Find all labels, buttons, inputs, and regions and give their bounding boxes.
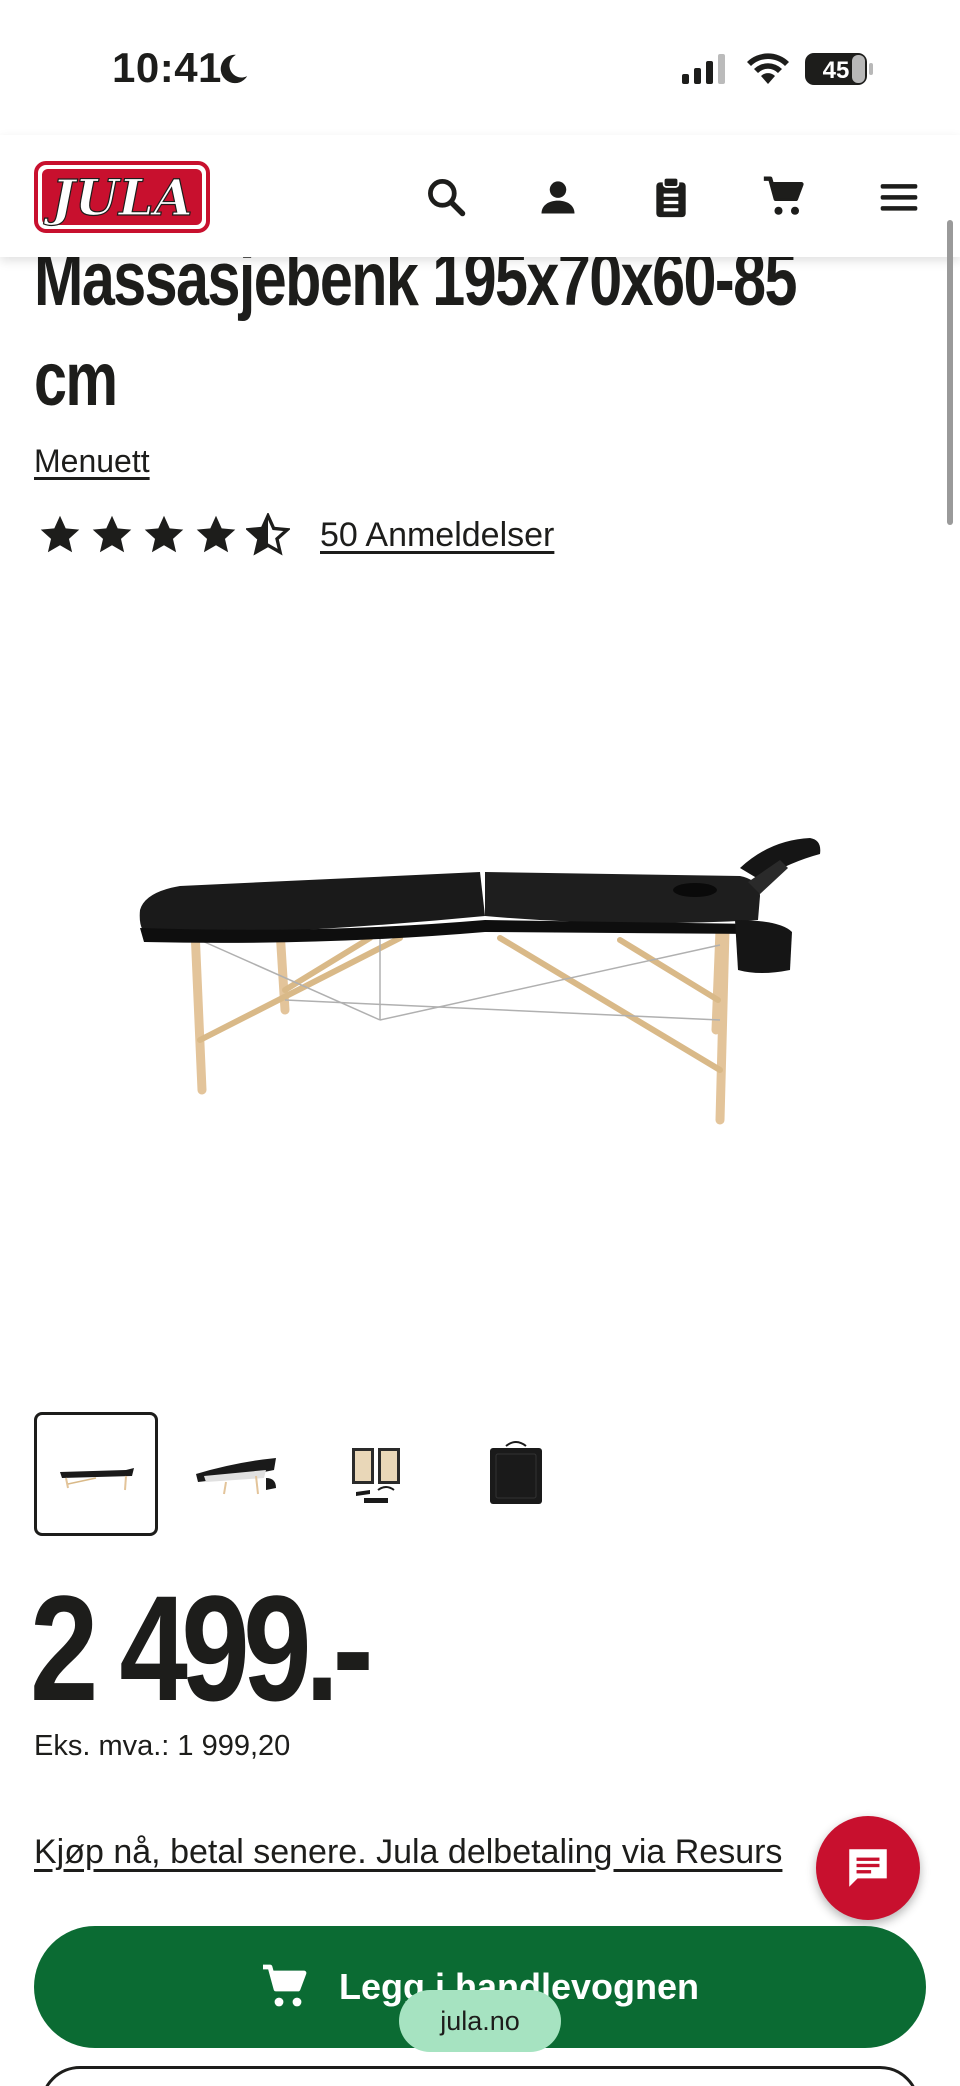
thumbnail-3[interactable] xyxy=(314,1412,438,1536)
battery-icon: 45 xyxy=(804,52,874,86)
battery-level: 45 xyxy=(823,57,850,84)
status-time: 10:41 xyxy=(112,44,222,91)
search-icon[interactable] xyxy=(420,171,472,223)
thumbnail-1[interactable] xyxy=(34,1412,158,1536)
half-star-icon xyxy=(246,513,290,556)
star-icon xyxy=(144,515,184,553)
installment-link[interactable]: Kjøp nå, betal senere. Jula delbetaling … xyxy=(34,1833,782,1872)
status-bar: 10:41 45 xyxy=(0,0,960,135)
browser-url-pill[interactable]: jula.no xyxy=(399,1990,561,2052)
clipboard-icon[interactable] xyxy=(645,171,697,223)
product-title-line2: cm xyxy=(34,337,118,422)
star-icon xyxy=(196,515,236,553)
moon-icon xyxy=(220,54,248,84)
page-scrollbar[interactable] xyxy=(947,220,953,525)
menu-icon[interactable] xyxy=(873,171,925,223)
chat-button[interactable] xyxy=(816,1816,920,1920)
star-icon xyxy=(40,515,80,553)
thumbnail-strip xyxy=(34,1412,594,1536)
product-rating[interactable]: 50 Anmeldelser xyxy=(38,510,554,560)
cart-icon xyxy=(262,1964,307,2007)
wifi-icon xyxy=(747,53,789,84)
thumbnail-4[interactable] xyxy=(454,1412,578,1536)
cart-icon[interactable] xyxy=(758,171,810,223)
product-image[interactable] xyxy=(120,820,840,1160)
reviews-link[interactable]: 50 Anmeldelser xyxy=(320,516,554,555)
logo-text: JULA xyxy=(43,168,192,227)
jula-logo[interactable]: JULA xyxy=(34,161,210,233)
site-header: JULA xyxy=(0,135,960,257)
price-ex-vat: Eks. mva.: 1 999,20 xyxy=(34,1730,291,1762)
thumbnail-2[interactable] xyxy=(174,1412,298,1536)
product-title: Massasjebenk 195x70x60-85 cm xyxy=(34,230,797,430)
secondary-button[interactable] xyxy=(40,2066,920,2086)
brand-link[interactable]: Menuett xyxy=(34,443,150,480)
signal-icon xyxy=(682,54,725,84)
chat-icon xyxy=(849,1849,887,1887)
star-icon xyxy=(92,515,132,553)
product-price: 2 499.- xyxy=(30,1564,374,1732)
account-icon[interactable] xyxy=(532,171,584,223)
